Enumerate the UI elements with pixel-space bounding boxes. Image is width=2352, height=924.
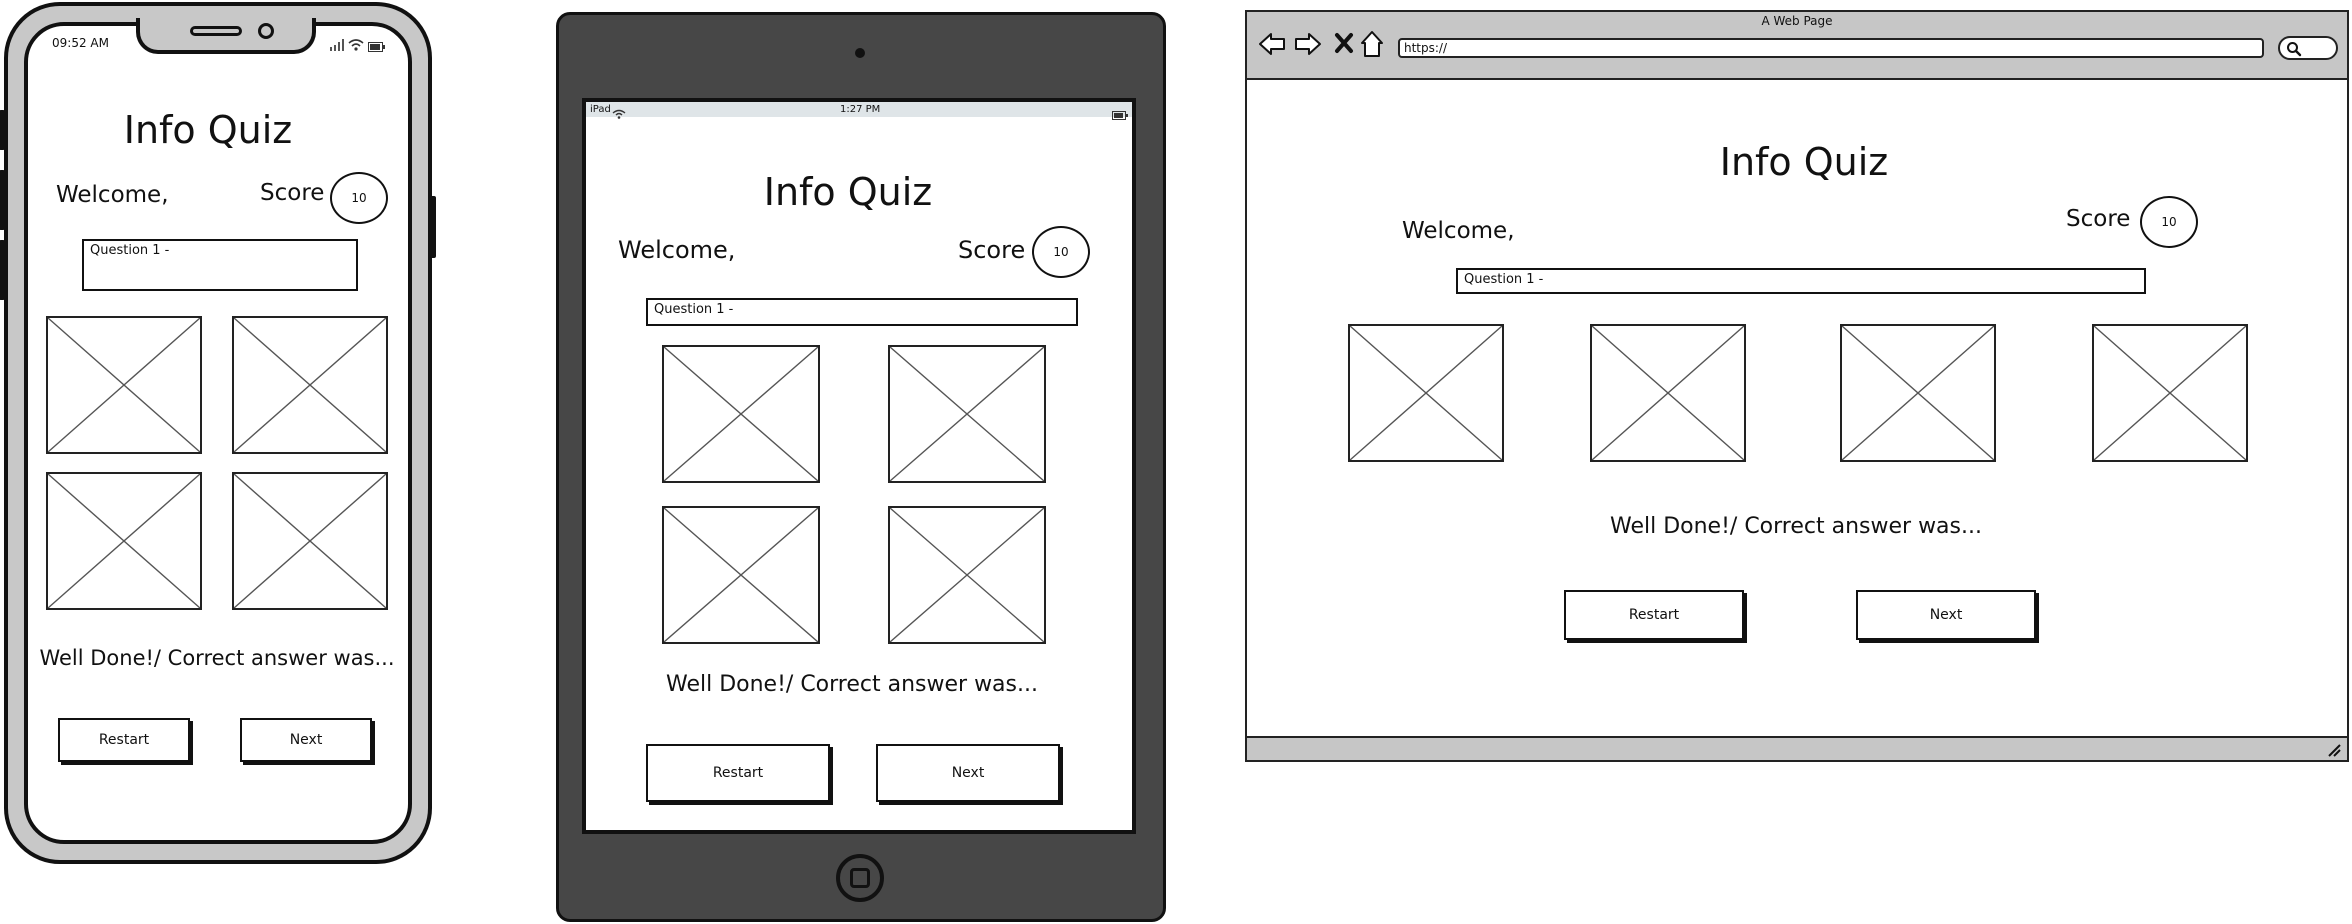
tablet-feedback-text: Well Done!/ Correct answer was... [666,672,1038,697]
phone-speaker [190,26,242,36]
browser-next-button[interactable]: Next [1856,590,2036,640]
browser-question-field: Question 1 - [1456,268,2146,294]
battery-icon [1112,105,1128,120]
tablet-welcome-text: Welcome, [618,236,736,264]
browser-restart-button[interactable]: Restart [1564,590,1744,640]
browser-score-label: Score [2066,206,2131,232]
phone-question-field: Question 1 - [82,239,358,291]
tablet-answer-image-1[interactable] [662,345,820,483]
phone-feedback-text: Well Done!/ Correct answer was... [39,646,395,670]
browser-score-badge: 10 [2140,196,2198,248]
tablet-score-label: Score [958,236,1026,264]
phone-power-button [430,196,436,258]
browser-page-title: Info Quiz [1719,140,1889,184]
address-bar-url: https:// [1404,41,1448,55]
tablet-question-field: Question 1 - [646,298,1078,326]
tablet-status-device: iPad [590,104,611,115]
wifi-icon [348,36,364,51]
close-icon[interactable] [1334,32,1354,54]
phone-restart-button[interactable]: Restart [58,718,190,762]
phone-volume-button [0,240,5,300]
browser-window-title: A Web Page [1761,14,1833,28]
tablet-status-time: 1:27 PM [840,104,881,115]
phone-answer-image-1[interactable] [46,316,202,454]
address-bar[interactable]: https:// [1398,38,2264,58]
tablet-page-title: Info Quiz [763,170,933,214]
tablet-home-button[interactable] [836,854,884,902]
phone-status-time: 09:52 AM [52,36,109,50]
browser-status-bar [1247,736,2347,760]
phone-page-title: Info Quiz [123,108,293,152]
browser-search-box[interactable] [2278,36,2338,60]
browser-answer-image-3[interactable] [1840,324,1996,462]
tablet-restart-button[interactable]: Restart [646,744,830,802]
phone-answer-image-4[interactable] [232,472,388,610]
browser-feedback-text: Well Done!/ Correct answer was... [1610,514,1982,539]
tablet-next-button[interactable]: Next [876,744,1060,802]
tablet-answer-image-4[interactable] [888,506,1046,644]
phone-camera [258,23,274,39]
phone-next-button[interactable]: Next [240,718,372,762]
phone-score-badge: 10 [330,172,388,224]
phone-side-button [0,110,5,150]
battery-icon [368,37,386,52]
browser-answer-image-2[interactable] [1590,324,1746,462]
phone-answer-image-2[interactable] [232,316,388,454]
signal-icon [330,36,344,51]
browser-answer-image-1[interactable] [1348,324,1504,462]
browser-welcome-text: Welcome, [1402,218,1515,244]
tablet-answer-image-2[interactable] [888,345,1046,483]
tablet-score-badge: 10 [1032,226,1090,278]
home-icon[interactable] [1360,30,1384,58]
tablet-answer-image-3[interactable] [662,506,820,644]
search-icon [2286,41,2302,57]
phone-answer-image-3[interactable] [46,472,202,610]
phone-notch [136,18,316,54]
forward-arrow-icon[interactable] [1294,30,1322,58]
back-arrow-icon[interactable] [1258,30,1286,58]
wifi-icon [612,104,626,119]
phone-volume-button [0,170,5,230]
phone-welcome-text: Welcome, [56,182,169,208]
home-button-square [850,868,870,888]
resize-grip-icon[interactable] [2326,742,2342,757]
browser-answer-image-4[interactable] [2092,324,2248,462]
phone-score-label: Score [260,180,325,206]
tablet-camera [855,48,865,58]
